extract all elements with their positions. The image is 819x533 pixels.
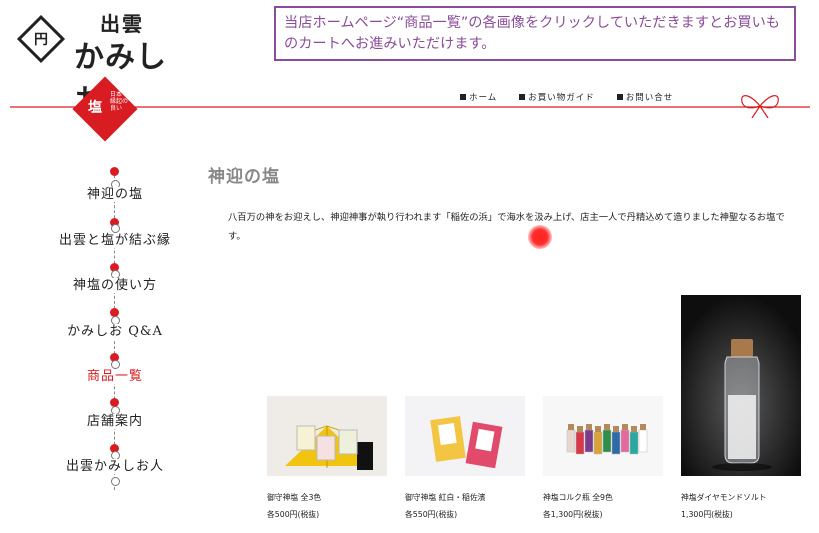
sidenav-item-products[interactable]: 商品一覧 [40,365,190,384]
nav-contact[interactable]: お問い合せ [616,90,674,104]
sidenav-item-qa[interactable]: かみしお Q&A [40,320,190,339]
badge-small-text: 日本一縁起の良い [110,91,129,112]
square-bullet-icon [519,94,526,100]
product-image-red-white[interactable] [405,396,525,476]
salt-badge-text: 塩 日本一縁起の良い [78,89,134,129]
product-name[interactable]: 神塩ダイヤモンドソルト [681,492,767,503]
badge-big-text: 塩 [88,100,102,116]
top-nav: ホーム お買い物ガイド お問い合せ [460,90,673,104]
logo-mark-icon: 円 [16,14,66,64]
fan-packages-image [267,396,387,476]
product-price: 1,300円(税抜) [681,510,733,519]
product-name[interactable]: 御守神塩 全3色 [267,492,321,503]
sidenav-item-usage[interactable]: 神塩の使い方 [40,274,190,293]
square-bullet-icon [460,94,466,100]
nav-home[interactable]: ホーム [460,90,497,104]
page-title: 神迎の塩 [208,167,280,187]
red-bead-icon [110,167,119,176]
product-image-fan-packages[interactable] [267,396,387,476]
mizuhiki-knot-icon [741,95,779,118]
sidenav-item-people[interactable]: 出雲かみしお人 [40,455,190,474]
product-price: 各500円(税抜) [267,510,320,519]
product-name[interactable]: 御守神塩 紅白・稲佐濱 [405,492,485,503]
product-image-diamond-salt[interactable] [681,295,801,476]
sidenav-item-store[interactable]: 店舗案内 [40,410,190,429]
product-price: 各550円(税抜) [405,510,458,519]
side-nav: 神迎の塩 出雲と塩が結ぶ縁 神塩の使い方 かみしお Q&A 商品一覧 店舗案内 … [40,167,190,490]
site-logo[interactable]: 円 出雲 かみしお [16,6,180,119]
page-description: 八百万の神をお迎えし、神迎神事が執り行われます「稲佐の浜」で海水を汲み上げ、店主… [228,212,785,242]
red-white-packages-image [405,396,525,476]
diamond-salt-bottle-image [681,295,801,476]
sidenav-item-en[interactable]: 出雲と塩が結ぶ縁 [40,229,190,248]
product-price: 各1,300円(税抜) [543,510,603,519]
cork-bottles-image [543,396,663,476]
cursor-highlight [528,225,552,249]
sidenav-item-kamimukae[interactable]: 神迎の塩 [40,183,190,202]
cart-notice: 当店ホームページ“商品一覧”の各画像をクリックしていただきますとお買いものカート… [274,6,796,61]
product-image-cork-bottles[interactable] [543,396,663,476]
square-bullet-icon [616,94,623,100]
product-name[interactable]: 神塩コルク瓶 全9色 [543,492,613,503]
nav-shopping-guide[interactable]: お買い物ガイド [519,90,595,104]
white-bead-icon [111,477,120,486]
